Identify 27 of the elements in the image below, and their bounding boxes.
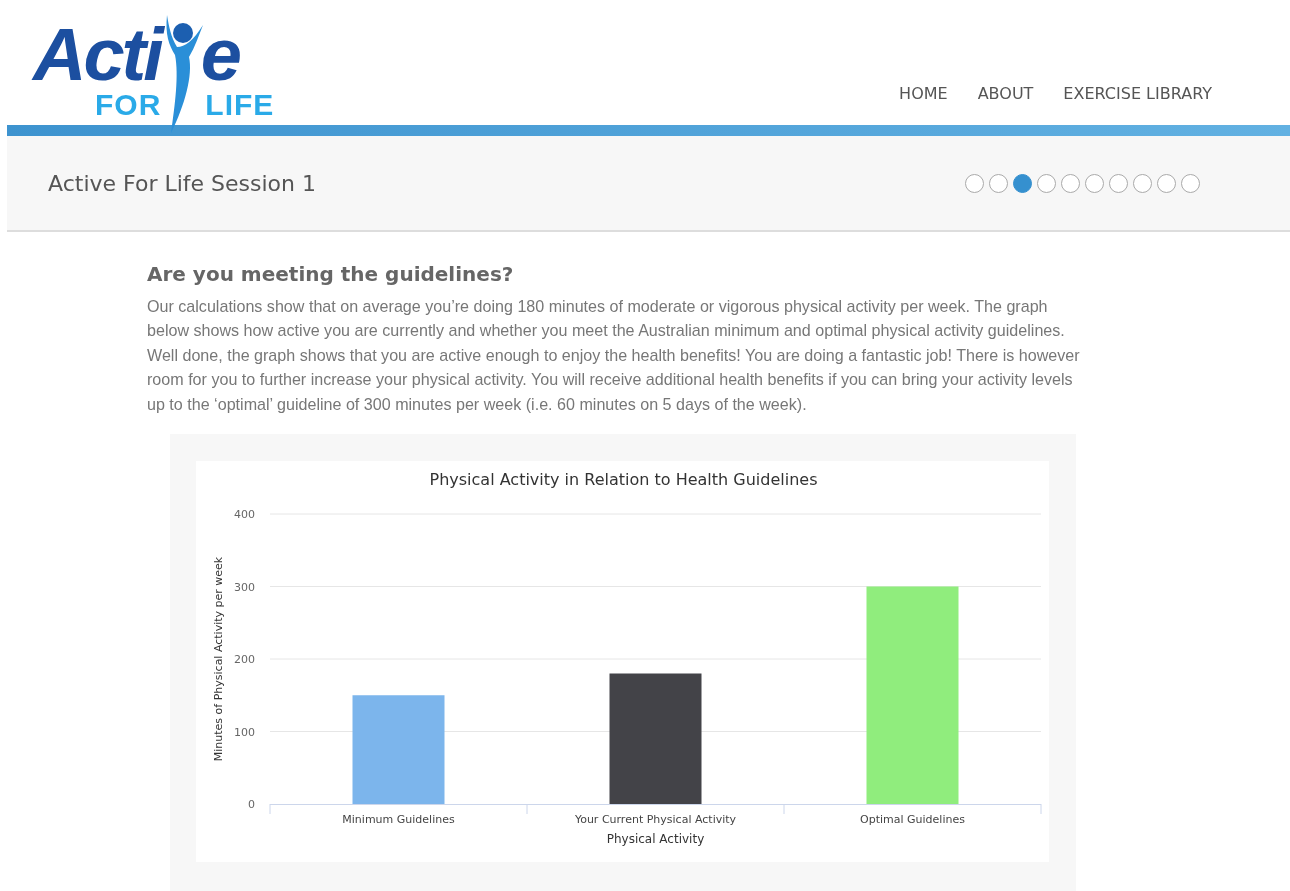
nav-link[interactable]: EXERCISE LIBRARY [1063, 84, 1212, 103]
step-dot[interactable] [989, 173, 1008, 193]
y-tick-label: 400 [234, 508, 255, 522]
y-tick-label: 200 [234, 653, 255, 667]
y-tick-label: 0 [248, 798, 255, 812]
step-dot[interactable] [1133, 173, 1152, 193]
session-title: Active For Life Session 1 [48, 170, 316, 196]
step-dot[interactable] [1037, 173, 1056, 193]
x-tick-label: Minimum Guidelines [342, 813, 455, 827]
y-tick-label: 100 [234, 725, 255, 739]
chart-title: Physical Activity in Relation to Health Guidelines [429, 470, 818, 490]
step-dot[interactable] [1013, 173, 1032, 193]
y-tick-label: 300 [234, 580, 255, 594]
x-tick-label: Optimal Guidelines [860, 813, 965, 827]
nav-link[interactable]: ABOUT [977, 84, 1034, 103]
nav-link[interactable]: HOME [899, 84, 948, 103]
x-axis-title: Physical Activity [606, 832, 705, 847]
section-heading: Are you meeting the guidelines? [147, 262, 515, 286]
step-dot[interactable] [965, 173, 984, 193]
step-dot[interactable] [1157, 173, 1176, 193]
x-tick-label: Your Current Physical Activity [574, 813, 737, 827]
y-axis-title: Minutes of Physical Activity per week [212, 556, 225, 762]
guideline-paragraph: Our calculations show that on average you’re doing 180 minutes of moderate or vigorous physical activity per week. The graph below shows how active you are currently and whether you meet the Australian minimum and optimal physical activity guidelines. Well done, the graph shows that you are active enough to enjoy the health benefits! You are doing a fantastic job! There is however room for you to further increase your physical activity. You will receive additional health benefits if you can bring your activity levels up to the ‘optimal’ guideline of 300 minutes per week (i.e. 60 minutes on 5 days of the week). [147, 296, 1081, 415]
step-dot[interactable] [1109, 173, 1128, 193]
step-dot[interactable] [1085, 173, 1104, 193]
step-dot[interactable] [1181, 173, 1200, 193]
step-dot[interactable] [1061, 173, 1080, 193]
